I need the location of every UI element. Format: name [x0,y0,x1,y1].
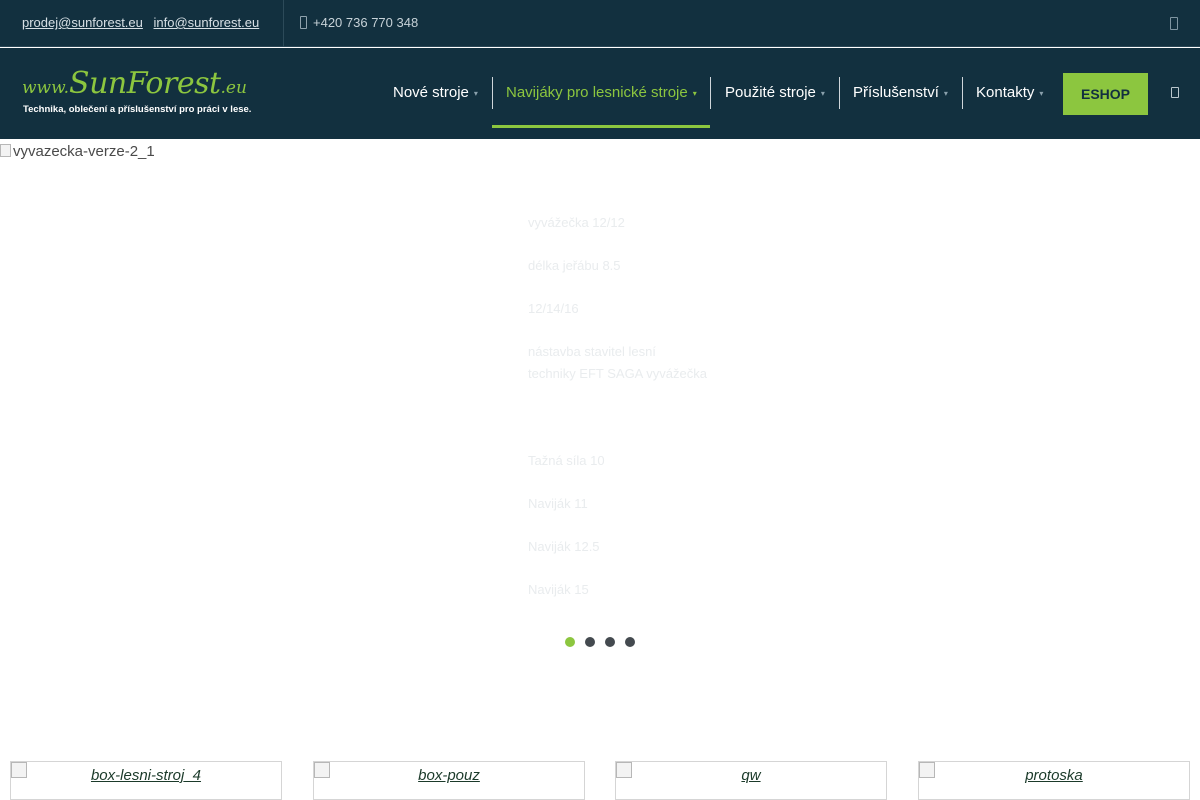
nav-item-used-machines[interactable]: Použité stroje ▾ [711,77,839,109]
hero-slider: vyvazecka-verze-2_1 vyvážečka 12/12 délk… [0,139,1200,699]
slide-text: délka jeřábu 8.5 [528,258,621,273]
box-image-alt: qw [741,767,761,784]
hero-image-alt: vyvazecka-verze-2_1 [13,143,155,160]
eshop-button[interactable]: ESHOP [1063,73,1148,115]
box-image-alt: protoska [1025,767,1083,784]
slider-dot[interactable] [565,637,575,647]
caret-down-icon: ▾ [943,89,948,98]
slider-dot[interactable] [625,637,635,647]
main-header: www.SunForest.eu Technika, oblečení a př… [0,48,1200,139]
nav-item-new-machines[interactable]: Nové stroje ▾ [379,77,492,109]
slide-text: 12/14/16 [528,301,579,316]
contact-emails: prodej@sunforest.eu info@sunforest.eu [22,15,266,30]
slider-dot[interactable] [605,637,615,647]
hero-image: vyvazecka-verze-2_1 [0,143,155,160]
caret-down-icon: ▾ [1039,89,1044,98]
broken-image-icon [0,144,11,157]
nav-label: Nové stroje [393,84,469,101]
slide-text: nástavba stavitel lesní [528,344,656,359]
nav-label: Příslušenství [853,84,939,101]
box-image-alt: box-pouz [418,767,480,784]
slide-text: Tažná síla 10 [528,453,605,468]
main-nav: Nové stroje ▾ Navijáky pro lesnické stroj… [0,77,1200,109]
caret-down-icon: ▾ [473,89,478,98]
nav-label: Navijáky pro lesnické stroje [506,84,688,101]
phone-text: +420 736 770 348 [313,15,419,30]
email-sales-link[interactable]: prodej@sunforest.eu [22,15,143,30]
slide-text: Naviják 12.5 [528,539,600,554]
caret-down-icon: ▾ [692,89,697,98]
slide-text: techniky EFT SAGA vyvážečka [528,366,707,381]
top-bar: prodej@sunforest.eu info@sunforest.eu +4… [0,0,1200,47]
slide-text: vyvážečka 12/12 [528,215,625,230]
slide-text: Naviják 11 [528,496,588,511]
mobile-icon[interactable] [1170,17,1178,30]
active-nav-underline [492,125,710,128]
nav-label: Použité stroje [725,84,816,101]
category-box-used[interactable]: box-pouz [313,761,585,800]
slide-text: Naviják 15 [528,582,589,597]
category-box-forest-machines[interactable]: box-lesni-stroj_4 [10,761,282,800]
caret-down-icon: ▾ [820,89,825,98]
phone-icon [300,16,307,29]
search-icon[interactable] [1171,87,1179,98]
category-box-qw[interactable]: qw [615,761,887,800]
nav-item-accessories[interactable]: Příslušenství ▾ [839,77,962,109]
slider-dot[interactable] [585,637,595,647]
phone-number[interactable]: +420 736 770 348 [300,15,418,30]
nav-label: Kontakty [976,84,1035,101]
top-bar-divider [283,0,284,47]
nav-item-winches[interactable]: Navijáky pro lesnické stroje ▾ [492,77,711,109]
box-image-alt: box-lesni-stroj_4 [90,767,202,784]
email-info-link[interactable]: info@sunforest.eu [154,15,260,30]
category-box-protoska[interactable]: protoska [918,761,1190,800]
nav-item-contacts[interactable]: Kontakty ▾ [962,77,1057,109]
